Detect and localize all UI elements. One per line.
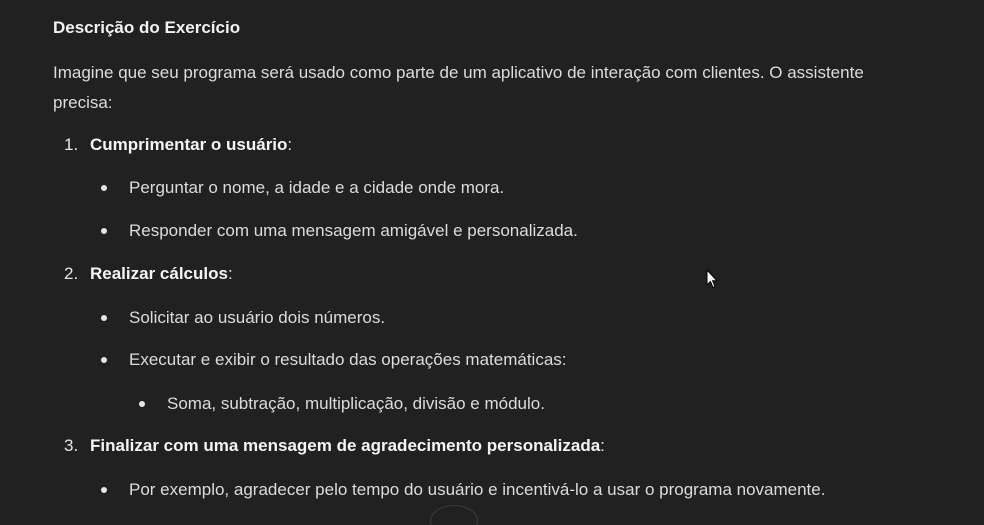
list-item: Por exemplo, agradecer pelo tempo do usu… — [101, 477, 826, 503]
list-item-text: Responder com uma mensagem amigável e pe… — [129, 221, 578, 240]
list-item: Solicitar ao usuário dois números. — [101, 305, 386, 331]
step-number: 3. — [64, 436, 79, 455]
list-item: Executar e exibir o resultado das operaç… — [101, 347, 567, 373]
list-item: Responder com uma mensagem amigável e pe… — [101, 218, 578, 244]
section-heading: Descrição do Exercício — [53, 18, 241, 37]
list-item-text: Por exemplo, agradecer pelo tempo do usu… — [129, 480, 826, 499]
step-1: 1. Cumprimentar o usuário: — [64, 132, 292, 158]
bullet-dot-icon — [101, 228, 107, 234]
mouse-pointer-icon — [706, 269, 718, 289]
list-item: Perguntar o nome, a idade e a cidade ond… — [101, 175, 505, 201]
step-suffix: : — [287, 135, 293, 154]
intro-paragraph: Imagine que seu programa será usado como… — [53, 63, 864, 112]
step-suffix: : — [600, 436, 605, 455]
step-title: Realizar cálculos — [90, 264, 228, 283]
step-suffix: : — [227, 264, 233, 283]
scroll-down-button[interactable] — [430, 505, 478, 525]
step-2: 2. Realizar cálculos: — [64, 261, 233, 287]
sub-list-item: Soma, subtração, multiplicação, divisão … — [139, 391, 545, 417]
list-item-text: Executar e exibir o resultado das operaç… — [129, 350, 567, 369]
step-title: Cumprimentar o usuário — [90, 135, 288, 154]
list-item-text: Perguntar o nome, a idade e a cidade ond… — [129, 178, 505, 197]
step-number: 2. — [64, 264, 79, 283]
list-item-text: Solicitar ao usuário dois números. — [129, 308, 386, 327]
bullet-dot-icon — [101, 487, 107, 493]
bullet-dot-icon — [101, 315, 107, 321]
bullet-dot-icon — [101, 185, 107, 191]
bullet-dot-icon — [139, 401, 145, 407]
step-number: 1. — [64, 135, 79, 154]
step-3: 3. Finalizar com uma mensagem de agradeci… — [64, 433, 605, 459]
chat-message-content: Descrição do Exercício Imagine que seu p… — [0, 0, 984, 525]
step-title: Finalizar com uma mensagem de agradecime… — [90, 436, 601, 455]
bullet-dot-icon — [101, 357, 107, 363]
sub-list-item-text: Soma, subtração, multiplicação, divisão … — [167, 394, 545, 413]
